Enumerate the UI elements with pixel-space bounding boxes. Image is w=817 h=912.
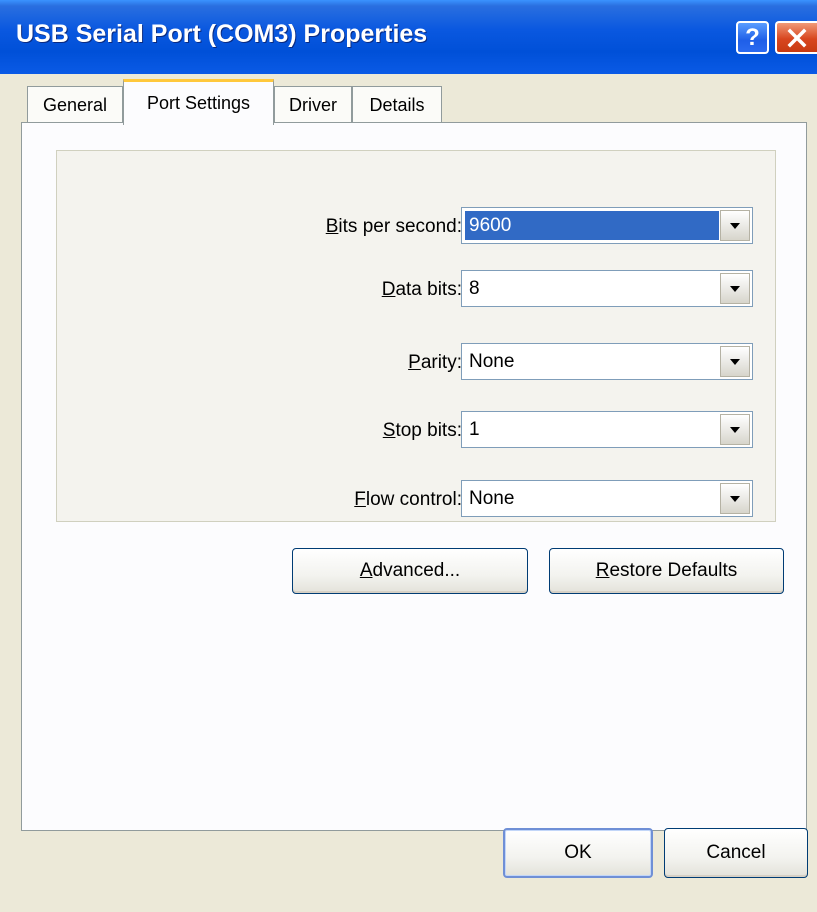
advanced-button[interactable]: Advanced... xyxy=(292,548,528,594)
flow-control-label: Flow control: xyxy=(354,489,462,510)
dropdown-button[interactable] xyxy=(720,346,750,377)
bits-per-second-row: Bits per second: 9600 xyxy=(57,207,777,247)
flow-control-select[interactable]: None xyxy=(461,480,753,517)
parity-row: Parity: None xyxy=(57,343,777,383)
stop-bits-select[interactable]: 1 xyxy=(461,411,753,448)
data-bits-select[interactable]: 8 xyxy=(461,270,753,307)
title-bar[interactable]: USB Serial Port (COM3) Properties ? xyxy=(0,0,817,74)
stop-bits-row: Stop bits: 1 xyxy=(57,411,777,451)
tab-label: Driver xyxy=(289,95,337,115)
settings-group: Bits per second: 9600 Data bits: 8 Parit… xyxy=(56,150,776,522)
tab-label: Details xyxy=(369,95,425,115)
parity-select[interactable]: None xyxy=(461,343,753,380)
cancel-label: Cancel xyxy=(706,842,766,863)
help-icon: ? xyxy=(745,23,760,51)
ok-label: OK xyxy=(564,842,592,863)
dropdown-button[interactable] xyxy=(720,414,750,445)
window-title: USB Serial Port (COM3) Properties xyxy=(16,20,428,48)
dropdown-button[interactable] xyxy=(720,273,750,304)
help-button[interactable]: ? xyxy=(736,21,769,54)
close-button[interactable] xyxy=(775,21,817,54)
data-bits-value: 8 xyxy=(469,278,480,299)
chevron-down-icon xyxy=(730,495,740,502)
dropdown-button[interactable] xyxy=(720,483,750,514)
flow-control-value: None xyxy=(469,488,515,509)
port-settings-panel: Bits per second: 9600 Data bits: 8 Parit… xyxy=(21,122,807,831)
data-bits-label: Data bits: xyxy=(381,279,462,300)
dialog-bottom-edge xyxy=(0,900,817,912)
bits-per-second-select[interactable]: 9600 xyxy=(461,207,753,244)
ok-button[interactable]: OK xyxy=(503,828,653,878)
bits-per-second-label: Bits per second: xyxy=(325,216,462,237)
stop-bits-value: 1 xyxy=(469,419,480,440)
parity-value: None xyxy=(469,351,515,372)
data-bits-row: Data bits: 8 xyxy=(57,270,777,310)
bits-per-second-value: 9600 xyxy=(465,211,719,240)
tab-port-settings[interactable]: Port Settings xyxy=(123,79,274,127)
chevron-down-icon xyxy=(730,426,740,433)
restore-defaults-button[interactable]: Restore Defaults xyxy=(549,548,784,594)
chevron-down-icon xyxy=(730,285,740,292)
tab-label: General xyxy=(42,95,108,115)
stop-bits-label: Stop bits: xyxy=(382,420,462,441)
chevron-down-icon xyxy=(730,358,740,365)
tab-general[interactable]: General xyxy=(27,86,123,124)
tab-label: Port Settings xyxy=(146,93,251,113)
flow-control-row: Flow control: None xyxy=(57,480,777,520)
tab-details[interactable]: Details xyxy=(352,86,442,124)
properties-dialog: USB Serial Port (COM3) Properties ? Gene… xyxy=(0,0,817,912)
chevron-down-icon xyxy=(730,222,740,229)
close-icon xyxy=(787,28,807,47)
dropdown-button[interactable] xyxy=(720,210,750,241)
cancel-button[interactable]: Cancel xyxy=(664,828,808,878)
tab-driver[interactable]: Driver xyxy=(274,86,352,124)
parity-label: Parity: xyxy=(408,352,462,373)
